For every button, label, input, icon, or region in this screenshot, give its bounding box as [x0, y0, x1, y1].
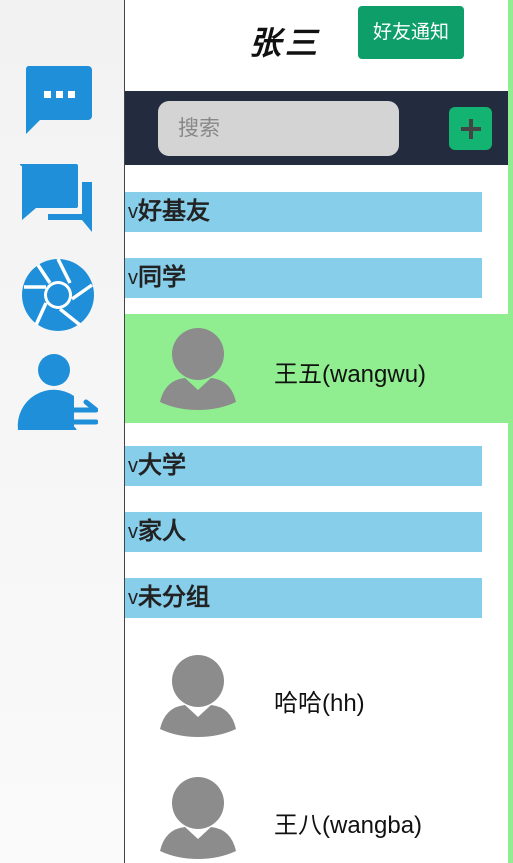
add-friend-button[interactable] [449, 107, 492, 150]
plus-icon [460, 118, 481, 139]
group-label: 好基友 [138, 198, 210, 225]
avatar [159, 326, 237, 410]
search-input[interactable] [158, 101, 399, 156]
chevron-down-icon: v [128, 201, 138, 223]
group-header-jiaren[interactable]: v家人 [125, 512, 482, 552]
panel-border [508, 0, 513, 863]
group-label: 未分组 [138, 584, 210, 611]
conversations-icon[interactable] [14, 160, 98, 240]
chevron-down-icon: v [128, 455, 138, 477]
chevron-down-icon: v [128, 267, 138, 289]
header: 张三 好友通知 [125, 0, 508, 91]
group-header-tongxue[interactable]: v同学 [125, 258, 482, 298]
friend-name: 哈哈(hh) [274, 690, 365, 717]
aperture-icon[interactable] [14, 255, 98, 335]
chevron-down-icon: v [128, 587, 138, 609]
sidebar [0, 0, 125, 863]
friend-notification-button[interactable]: 好友通知 [358, 6, 464, 59]
main-panel: 张三 好友通知 v好基友 v同学 王五(wangwu) v大学 v家人 [125, 0, 508, 863]
friend-item-wangba[interactable]: 王八(wangba) [125, 762, 508, 863]
group-header-haojiyou[interactable]: v好基友 [125, 192, 482, 232]
group-header-daxue[interactable]: v大学 [125, 446, 482, 486]
group-label: 大学 [138, 452, 186, 479]
chevron-down-icon: v [128, 521, 138, 543]
friend-item-hh[interactable]: 哈哈(hh) [125, 640, 508, 752]
avatar [159, 653, 237, 737]
group-header-weifenzu[interactable]: v未分组 [125, 578, 482, 618]
search-bar [125, 91, 508, 165]
avatar [159, 775, 237, 859]
user-switch-icon[interactable] [14, 350, 98, 430]
group-label: 家人 [138, 518, 186, 545]
page-title: 张三 [248, 24, 321, 62]
chat-bubble-icon[interactable] [14, 60, 98, 140]
friend-name: 王五(wangwu) [274, 361, 427, 388]
friend-name: 王八(wangba) [274, 812, 423, 839]
group-label: 同学 [138, 264, 186, 291]
friend-item-wangwu[interactable]: 王五(wangwu) [125, 314, 508, 423]
